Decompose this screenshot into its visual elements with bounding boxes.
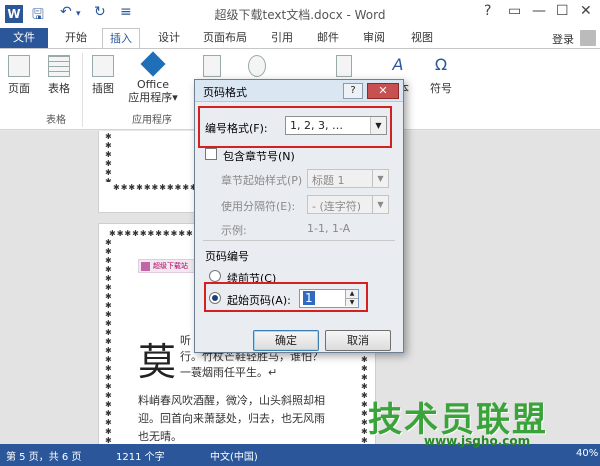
header-logo-text: 超级下载站 [153, 262, 188, 270]
chapter-style-select[interactable]: 标题 1 ▼ [307, 169, 389, 188]
minimize-button[interactable]: — [532, 3, 546, 19]
help-icon[interactable]: ? [484, 3, 491, 19]
symbols-label: 符号 [430, 82, 452, 95]
link-icon [248, 55, 266, 77]
word-count[interactable]: 1211 个字 [116, 448, 165, 463]
table-label: 表格 [48, 82, 70, 95]
annotation-box-start-at [204, 282, 368, 312]
doc-line: 听 [180, 334, 191, 347]
pages-label: 页面 [8, 82, 30, 95]
dialog-title: 页码格式 [203, 86, 247, 99]
chevron-down-icon[interactable]: ▼ [372, 196, 388, 213]
chevron-down-icon[interactable]: ▼ [372, 170, 388, 187]
drop-cap: 莫 [138, 340, 177, 384]
tab-view[interactable]: 视图 [404, 28, 440, 48]
doc-line: 迎。回首向来萧瑟处，归去，也无风雨 [138, 412, 325, 425]
office-store-icon [140, 51, 166, 77]
page-icon [8, 55, 30, 77]
page-count[interactable]: 第 5 页，共 6 页 [6, 448, 81, 463]
example-value: 1-1, 1-A [307, 222, 351, 235]
ribbon-display-options-icon[interactable]: ▭ [508, 3, 521, 19]
watermark-url: www.jsgho.com [424, 434, 531, 448]
dialog-title-bar[interactable]: 页码格式 ? ✕ [195, 80, 403, 102]
apps-label: 应用程序▾ [128, 91, 178, 104]
title-bar: W 🖫 ↶ ▾ ↻ ≡ 超级下载text文档.docx - Word ? ▭ —… [0, 0, 600, 28]
office-label: Office [136, 78, 170, 91]
office-apps-button[interactable]: Office 应用程序▾ [124, 51, 182, 104]
example-label: 示例: [221, 224, 247, 237]
pages-button[interactable]: 页面 [4, 55, 34, 96]
tab-page-layout[interactable]: 页面布局 [196, 28, 254, 48]
illustrations-icon [92, 55, 114, 77]
page-border-left: ✱✱✱✱✱✱✱✱✱ [105, 132, 112, 182]
group-label-apps: 应用程序 [132, 115, 172, 126]
close-button[interactable]: ✕ [580, 3, 592, 19]
tab-file[interactable]: 文件 [0, 28, 48, 48]
annotation-box-number-format [198, 106, 392, 148]
dialog-close-button[interactable]: ✕ [367, 83, 399, 99]
chapter-style-value: 标题 1 [312, 174, 345, 187]
tab-mailings[interactable]: 邮件 [310, 28, 346, 48]
sign-in-link[interactable]: 登录 [552, 31, 574, 47]
media-button[interactable] [202, 55, 222, 80]
page-numbering-heading: 页码编号 [205, 250, 249, 263]
group-separator [82, 53, 83, 127]
tab-home[interactable]: 开始 [58, 28, 94, 48]
separator-value: - (连字符) [312, 200, 362, 213]
tab-references[interactable]: 引用 [264, 28, 300, 48]
dialog-help-button[interactable]: ? [343, 83, 363, 99]
maximize-button[interactable]: ☐ [556, 3, 569, 19]
include-chapter-label: 包含章节号(N) [223, 150, 295, 163]
links-button[interactable] [246, 55, 268, 80]
ribbon-tabs: 文件 开始 插入 设计 页面布局 引用 邮件 审阅 视图 登录 [0, 28, 600, 49]
omega-icon: Ω [434, 55, 448, 74]
tab-design[interactable]: 设计 [151, 28, 187, 48]
avatar[interactable] [580, 30, 596, 46]
table-button[interactable]: 表格 [44, 55, 74, 96]
illustrations-button[interactable]: 插图 [88, 55, 118, 96]
chapter-style-label: 章节起始样式(P) [221, 174, 303, 187]
symbols-button[interactable]: Ω 符号 [426, 55, 456, 96]
continue-from-previous-radio[interactable] [209, 270, 221, 282]
cancel-button[interactable]: 取消 [325, 330, 391, 351]
doc-line: 一蓑烟雨任平生。↵ [180, 366, 278, 379]
logo-mark [141, 262, 150, 271]
language-indicator[interactable]: 中文(中国) [210, 448, 258, 463]
divider [203, 240, 395, 241]
video-icon [203, 55, 221, 77]
ok-button[interactable]: 确定 [253, 330, 319, 351]
tab-insert[interactable]: 插入 [102, 28, 140, 49]
doc-line: 也无晴。 [138, 430, 182, 443]
text-box-icon: A [392, 55, 404, 74]
separator-label: 使用分隔符(E): [221, 200, 296, 213]
doc-line: 料峭春风吹酒醒，微冷，山头斜照却相 [138, 394, 325, 407]
include-chapter-checkbox[interactable] [205, 148, 217, 160]
header-icon [336, 55, 352, 77]
table-icon [48, 55, 70, 77]
page-border-left: ✱✱✱✱✱✱✱✱✱✱✱✱✱✱✱✱✱✱✱✱✱✱✱✱✱✱ [105, 238, 112, 444]
illustrations-label: 插图 [92, 82, 114, 95]
tab-review[interactable]: 审阅 [356, 28, 392, 48]
header-footer-button[interactable] [334, 55, 354, 80]
zoom-level[interactable]: 40% [576, 448, 598, 459]
separator-select[interactable]: - (连字符) ▼ [307, 195, 389, 214]
group-label-tables: 表格 [46, 115, 66, 126]
